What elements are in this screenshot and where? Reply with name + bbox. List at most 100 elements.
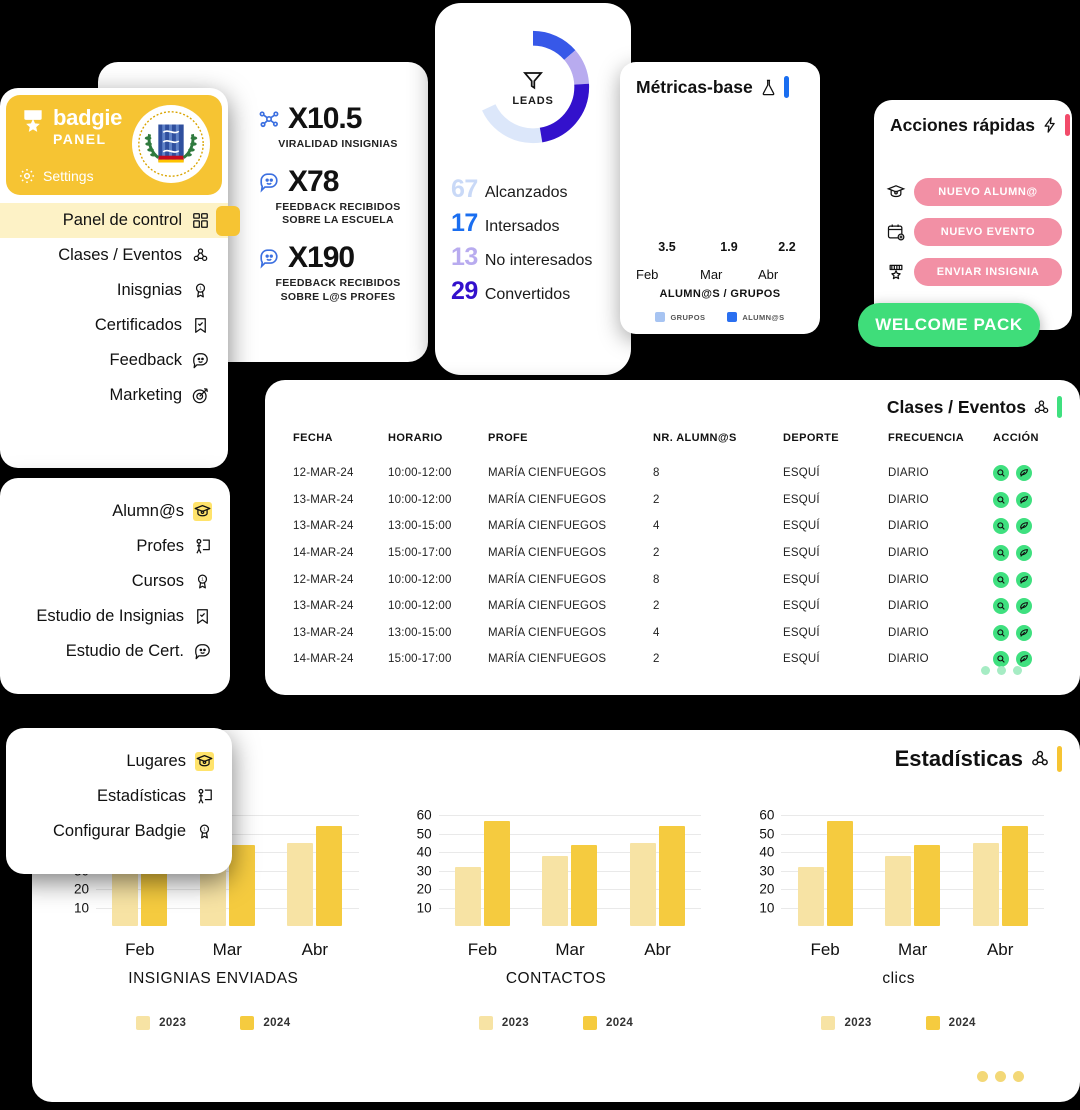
sidebar-item-label: Cursos xyxy=(131,572,184,590)
mb-xlabel-mar: Mar xyxy=(700,267,723,282)
estadisticas-pagination-dots[interactable] xyxy=(977,1071,1024,1082)
estadisticas-title-row: Estadísticas xyxy=(895,746,1062,772)
cell-alumnos: 8 xyxy=(653,467,660,480)
sidebar-item-lugares[interactable]: Lugares xyxy=(6,744,232,779)
pagination-dot[interactable] xyxy=(995,1071,1006,1082)
sidebar-item-certificados[interactable]: Certificados xyxy=(0,308,228,343)
view-icon[interactable] xyxy=(993,571,1009,588)
sidebar-item-estudio-de-insignias[interactable]: Estudio de Insignias xyxy=(0,599,230,634)
x-axis-labels: Feb Mar Abr xyxy=(439,940,702,960)
edit-icon[interactable] xyxy=(1016,545,1032,562)
pagination-dot[interactable] xyxy=(997,666,1006,675)
sidebar-item-configurar-badgie[interactable]: Configurar Badgie 1 xyxy=(6,814,232,849)
x-tick-label: Mar xyxy=(212,940,242,959)
sidebar-item-profes[interactable]: Profes xyxy=(0,529,230,564)
legend-chip xyxy=(821,1016,836,1030)
view-icon[interactable] xyxy=(993,465,1009,482)
pagination-dot[interactable] xyxy=(1013,666,1022,675)
legend-chip xyxy=(583,1016,597,1030)
bar-2024-Mar xyxy=(571,844,598,926)
sidebar-item-alumn-s[interactable]: Alumn@s xyxy=(0,494,230,529)
view-icon[interactable] xyxy=(993,518,1009,535)
chart-legend: 2023 2024 xyxy=(385,1016,728,1030)
acciones-row-nuevo-evento: NUEVO EVENTO xyxy=(886,218,1062,246)
chart-legend: 2023 2024 xyxy=(42,1016,385,1030)
edit-icon[interactable] xyxy=(1016,624,1032,641)
cell-alumnos: 2 xyxy=(653,600,660,613)
sidebar-item-cursos[interactable]: Cursos 1 xyxy=(0,564,230,599)
sidebar-item-inisgnias[interactable]: Inisgnias 1 xyxy=(0,273,228,308)
metric-viralidad-label: VIRALIDAD INSIGNIAS xyxy=(278,138,398,150)
leads-alcanzados-label: Alcanzados xyxy=(484,184,568,201)
settings-button[interactable]: Settings xyxy=(18,167,94,185)
clases-accent-bar xyxy=(1057,396,1062,418)
metric-viralidad-value: X10.5 xyxy=(288,102,362,135)
mb-xlabel-abr: Abr xyxy=(758,267,779,282)
table-row[interactable]: 13-MAR-24 10:00-12:00 MARÍA CIENFUEGOS 2 ESQ… xyxy=(293,593,1039,620)
pagination-dot[interactable] xyxy=(1013,1071,1024,1082)
pagination-dot[interactable] xyxy=(977,1071,988,1082)
cell-deporte: ESQUÍ xyxy=(783,520,820,533)
th-fecha: FECHA xyxy=(293,432,333,444)
enviar-insignia-button[interactable]: ENVIAR INSIGNIA xyxy=(914,258,1062,286)
legend-chip xyxy=(925,1016,940,1030)
sidebar-item-label: Certificados xyxy=(94,316,182,334)
sidebar-item-panel-de-control[interactable]: Panel de control xyxy=(0,203,228,238)
leads-card: LEADS 67 Alcanzados 17 Intersados 13 No … xyxy=(435,3,631,375)
sidebar-item-feedback[interactable]: Feedback xyxy=(0,343,228,378)
sidebar-item-marketing[interactable]: Marketing xyxy=(0,378,228,413)
legend-item-2024: 2024 xyxy=(240,1016,290,1030)
sidebar-item-clases-eventos[interactable]: Clases / Eventos xyxy=(0,238,228,273)
clases-pagination-dots[interactable] xyxy=(981,666,1022,675)
dashboard-stage: 57 ALUMN@S 8 GRUPOS 3 A X xyxy=(0,0,1080,1110)
settings-label: Settings xyxy=(43,168,94,184)
medal-icon: 1 xyxy=(193,572,212,591)
edit-icon[interactable] xyxy=(1016,518,1032,535)
y-tick-label: 60 xyxy=(759,807,775,823)
chart-plot-area: 60 50 40 30 20 10 xyxy=(417,806,702,926)
cell-accion xyxy=(993,460,1039,487)
cell-horario: 15:00-17:00 xyxy=(388,547,452,560)
sidebar-item-estudio-de-cert[interactable]: Estudio de Cert. xyxy=(0,634,230,669)
view-icon[interactable] xyxy=(993,624,1009,641)
edit-icon[interactable] xyxy=(1016,465,1032,482)
table-row[interactable]: 13-MAR-24 13:00-15:00 MARÍA CIENFUEGOS 4 ESQ… xyxy=(293,620,1039,647)
medal-icon: 1 xyxy=(191,281,210,300)
nuevo-evento-button[interactable]: NUEVO EVENTO xyxy=(914,218,1062,246)
nuevo-alumno-button[interactable]: NUEVO ALUMN@ xyxy=(914,178,1062,206)
chart-legend: 2023 2024 xyxy=(727,1016,1070,1030)
table-row[interactable]: 14-MAR-24 15:00-17:00 MARÍA CIENFUEGOS 2 ESQ… xyxy=(293,646,1039,673)
sidebar-item-estad-sticas[interactable]: Estadísticas xyxy=(6,779,232,814)
edit-icon[interactable] xyxy=(1016,598,1032,615)
sidebar-item-label: Profes xyxy=(136,537,184,555)
network-icon xyxy=(258,108,280,130)
table-row[interactable]: 14-MAR-24 15:00-17:00 MARÍA CIENFUEGOS 2 ESQ… xyxy=(293,540,1039,567)
view-icon[interactable] xyxy=(993,598,1009,615)
bar-group xyxy=(630,806,686,926)
chart-axis-caption: CONTACTOS xyxy=(505,970,607,987)
group-icon xyxy=(1029,748,1051,770)
th-deporte: DEPORTE xyxy=(783,432,839,444)
view-icon[interactable] xyxy=(993,545,1009,562)
welcome-pack-button[interactable]: WELCOME PACK xyxy=(858,303,1040,347)
group-icon xyxy=(1032,398,1051,417)
edit-icon[interactable] xyxy=(1016,491,1032,508)
cell-fecha: 13-MAR-24 xyxy=(293,520,354,533)
th-frecuencia: FRECUENCIA xyxy=(888,432,965,444)
metricas-base-chart: 3.5 1.9 2.2 xyxy=(632,147,810,262)
teacher-icon xyxy=(193,537,212,556)
clases-eventos-card: Clases / Eventos FECHA HORARIO PROFE NR.… xyxy=(265,380,1080,695)
table-row[interactable]: 13-MAR-24 10:00-12:00 MARÍA CIENFUEGOS 2 ESQ… xyxy=(293,487,1039,514)
table-row[interactable]: 12-MAR-24 10:00-12:00 MARÍA CIENFUEGOS 8 ESQ… xyxy=(293,460,1039,487)
view-icon[interactable] xyxy=(993,491,1009,508)
pagination-dot[interactable] xyxy=(981,666,990,675)
estadisticas-title: Estadísticas xyxy=(894,746,1023,771)
sidebar-item-label: Alumn@s xyxy=(112,502,184,520)
table-row[interactable]: 12-MAR-24 10:00-12:00 MARÍA CIENFUEGOS 8 ESQ… xyxy=(293,566,1039,593)
cell-accion xyxy=(993,487,1039,514)
bar-2024-Mar xyxy=(914,844,941,926)
bar-2023-Mar xyxy=(885,855,912,926)
mb-legend-alumnos-chip xyxy=(727,312,738,322)
edit-icon[interactable] xyxy=(1016,571,1032,588)
table-row[interactable]: 13-MAR-24 13:00-15:00 MARÍA CIENFUEGOS 4 ESQ… xyxy=(293,513,1039,540)
